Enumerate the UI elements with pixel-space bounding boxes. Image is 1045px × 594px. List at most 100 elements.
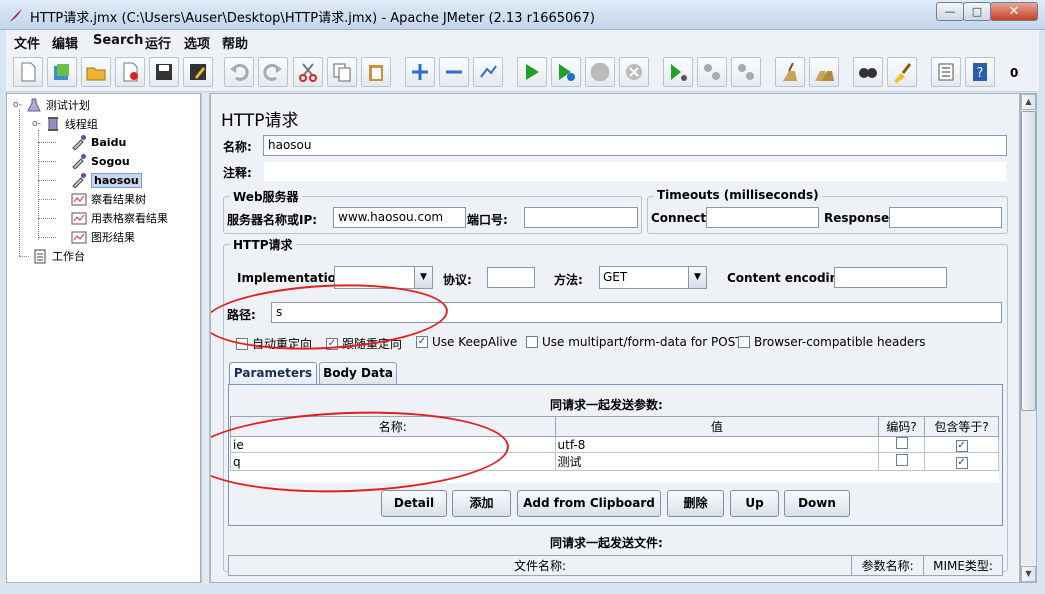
- tab-parameters[interactable]: Parameters: [229, 362, 317, 384]
- keepalive-checkbox[interactable]: ✓ Use KeepAlive: [416, 335, 517, 349]
- undo-icon[interactable]: [224, 57, 254, 87]
- tree-node-haosou[interactable]: haosou: [71, 172, 142, 188]
- tree-node-baidu[interactable]: Baidu: [71, 134, 126, 150]
- menu-file[interactable]: 文件: [14, 33, 40, 52]
- tree-node-view-results-tree[interactable]: 察看结果树: [71, 191, 146, 207]
- open-icon[interactable]: [81, 57, 111, 87]
- tree-node-thread-group[interactable]: o- 线程组: [32, 116, 98, 132]
- checkbox-box[interactable]: [895, 437, 908, 449]
- remote-stop-icon[interactable]: [697, 57, 727, 87]
- server-field[interactable]: www.haosou.com: [333, 207, 466, 228]
- toggle-icon[interactable]: [473, 57, 503, 87]
- remote-start-icon[interactable]: [663, 57, 693, 87]
- column-header-param-name[interactable]: 参数名称:: [851, 555, 925, 576]
- checkmark-icon[interactable]: ✓: [416, 336, 428, 348]
- column-header-file-name[interactable]: 文件名称:: [227, 555, 853, 576]
- browser-headers-checkbox[interactable]: Browser-compatible headers: [738, 335, 926, 349]
- stop-icon[interactable]: [585, 57, 615, 87]
- connect-field[interactable]: [706, 207, 819, 228]
- templates-icon[interactable]: [47, 57, 77, 87]
- clear-icon[interactable]: [775, 57, 805, 87]
- checkbox-box[interactable]: [526, 336, 538, 348]
- redo-icon[interactable]: [258, 57, 288, 87]
- column-header-encode[interactable]: 编码?: [878, 416, 926, 437]
- save-icon[interactable]: [149, 57, 179, 87]
- checkbox-box[interactable]: [738, 336, 750, 348]
- encode-cell[interactable]: [878, 436, 926, 453]
- chevron-down-icon[interactable]: ▼: [688, 267, 706, 288]
- multipart-checkbox[interactable]: Use multipart/form-data for POST: [526, 335, 743, 349]
- window-title: HTTP请求.jmx (C:\Users\Auser\Desktop\HTTP请…: [30, 11, 595, 26]
- include-equals-cell[interactable]: ✓: [924, 452, 999, 471]
- encoding-field[interactable]: [834, 267, 947, 288]
- menu-options[interactable]: 选项: [184, 33, 210, 52]
- start-icon[interactable]: [517, 57, 547, 87]
- tree-node-test-plan[interactable]: o- 测试计划: [13, 97, 90, 113]
- close-icon[interactable]: [115, 57, 145, 87]
- protocol-field[interactable]: [487, 267, 535, 288]
- collapse-icon[interactable]: [439, 57, 469, 87]
- encode-cell[interactable]: [878, 452, 926, 471]
- start-no-pause-icon[interactable]: [551, 57, 581, 87]
- maximize-button[interactable]: □: [963, 2, 991, 21]
- name-field[interactable]: haosou: [263, 135, 1007, 156]
- name-label: 名称:: [223, 140, 252, 154]
- function-helper-icon[interactable]: [931, 57, 961, 87]
- scroll-down-icon[interactable]: ▼: [1021, 566, 1036, 582]
- detail-button[interactable]: Detail: [381, 490, 447, 517]
- up-button[interactable]: Up: [730, 490, 779, 517]
- menu-search[interactable]: Search: [93, 33, 143, 48]
- new-icon[interactable]: [13, 57, 43, 87]
- add-from-clipboard-button[interactable]: Add from Clipboard: [517, 490, 661, 517]
- shutdown-icon[interactable]: [619, 57, 649, 87]
- add-button[interactable]: 添加: [452, 490, 511, 517]
- tree-node-sogou[interactable]: Sogou: [71, 153, 130, 169]
- menu-run[interactable]: 运行: [145, 33, 171, 52]
- checkbox-box[interactable]: [895, 454, 908, 466]
- menu-edit[interactable]: 编辑: [52, 33, 78, 52]
- delete-button[interactable]: 删除: [667, 490, 724, 517]
- toolbar: ? 0: [6, 52, 1039, 92]
- split-pane-divider[interactable]: [201, 93, 210, 583]
- menu-help[interactable]: 帮助: [222, 33, 248, 52]
- error-count: 0: [1010, 66, 1019, 80]
- clipboard-icon: [34, 249, 46, 264]
- tree-expander-icon[interactable]: o-: [32, 119, 41, 129]
- remote-shutdown-icon[interactable]: [731, 57, 761, 87]
- method-select[interactable]: GET ▼: [599, 266, 707, 289]
- clear-all-icon[interactable]: [809, 57, 839, 87]
- checkmark-icon[interactable]: ✓: [955, 457, 968, 469]
- scroll-up-icon[interactable]: ▲: [1021, 94, 1036, 110]
- tree-node-workbench[interactable]: 工作台: [32, 248, 85, 264]
- save-as-icon[interactable]: [183, 57, 213, 87]
- comment-field[interactable]: [263, 161, 1007, 182]
- response-field[interactable]: [889, 207, 1002, 228]
- minimize-button[interactable]: —: [936, 2, 964, 21]
- tree-expander-icon[interactable]: o-: [13, 100, 22, 110]
- files-caption: 同请求一起发送文件:: [550, 536, 663, 550]
- scrollbar-thumb[interactable]: [1021, 111, 1036, 411]
- search-icon[interactable]: [853, 57, 883, 87]
- port-field[interactable]: [524, 207, 638, 228]
- down-button[interactable]: Down: [784, 490, 850, 517]
- column-header-value[interactable]: 值: [554, 416, 880, 437]
- checkmark-icon[interactable]: ✓: [955, 440, 968, 452]
- help-icon[interactable]: ?: [965, 57, 995, 87]
- column-header-mime-type[interactable]: MIME类型:: [923, 555, 1003, 576]
- reset-search-icon[interactable]: [887, 57, 917, 87]
- copy-icon[interactable]: [327, 57, 357, 87]
- tree-node-graph-results[interactable]: 图形结果: [71, 229, 135, 245]
- vertical-scrollbar[interactable]: ▲ ▼: [1020, 93, 1037, 583]
- close-button[interactable]: ✕: [990, 2, 1038, 21]
- include-equals-cell[interactable]: ✓: [924, 436, 999, 453]
- column-header-include-equals[interactable]: 包含等于?: [924, 416, 999, 437]
- param-value-cell[interactable]: 测试: [554, 452, 880, 471]
- param-value-cell[interactable]: utf-8: [554, 436, 880, 453]
- paste-icon[interactable]: [361, 57, 391, 87]
- tree-node-summary-table[interactable]: 用表格察看结果: [71, 210, 168, 226]
- chevron-down-icon[interactable]: ▼: [414, 267, 432, 288]
- cut-icon[interactable]: [293, 57, 323, 87]
- title-bar: HTTP请求.jmx (C:\Users\Auser\Desktop\HTTP请…: [0, 0, 1045, 30]
- tab-body-data[interactable]: Body Data: [319, 362, 397, 384]
- expand-icon[interactable]: [405, 57, 435, 87]
